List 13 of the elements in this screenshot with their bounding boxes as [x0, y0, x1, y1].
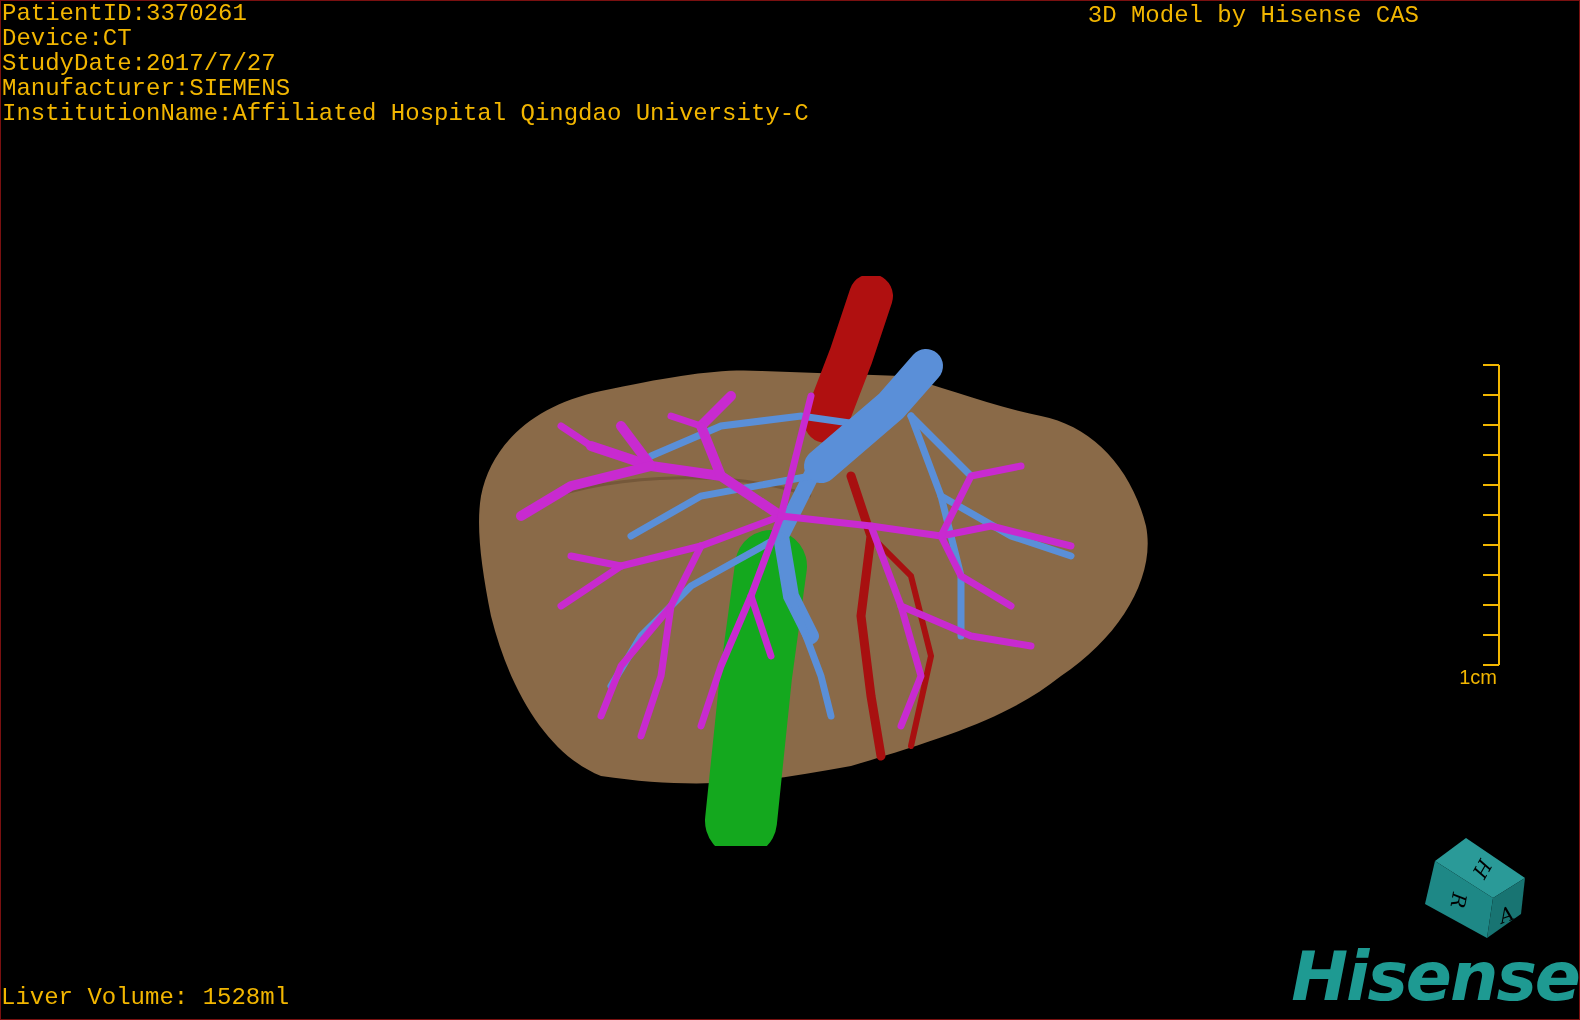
- cube-face-label: R: [1445, 890, 1472, 910]
- scale-label: 1cm: [1459, 666, 1497, 688]
- liver-volume-text: Liver Volume: 1528ml: [1, 985, 290, 1011]
- info-text: StudyDate:2017/7/27: [2, 51, 277, 76]
- cube-face-label: A: [1495, 900, 1518, 929]
- info-text: Device:CT: [2, 26, 133, 51]
- info-text: PatientID:3370261: [2, 1, 248, 26]
- info-text: InstitutionName:Affiliated Hospital Qingdao University-C: [2, 101, 809, 126]
- orientation-cube-drawing[interactable]: [1425, 838, 1525, 938]
- info-text: Manufacturer:SIEMENS: [2, 76, 292, 101]
- brand-logo: Hisense: [1291, 941, 1579, 1013]
- viewer-title: 3D Model by Hisense CAS: [1087, 1, 1419, 31]
- cube-face-label: H: [1467, 855, 1498, 883]
